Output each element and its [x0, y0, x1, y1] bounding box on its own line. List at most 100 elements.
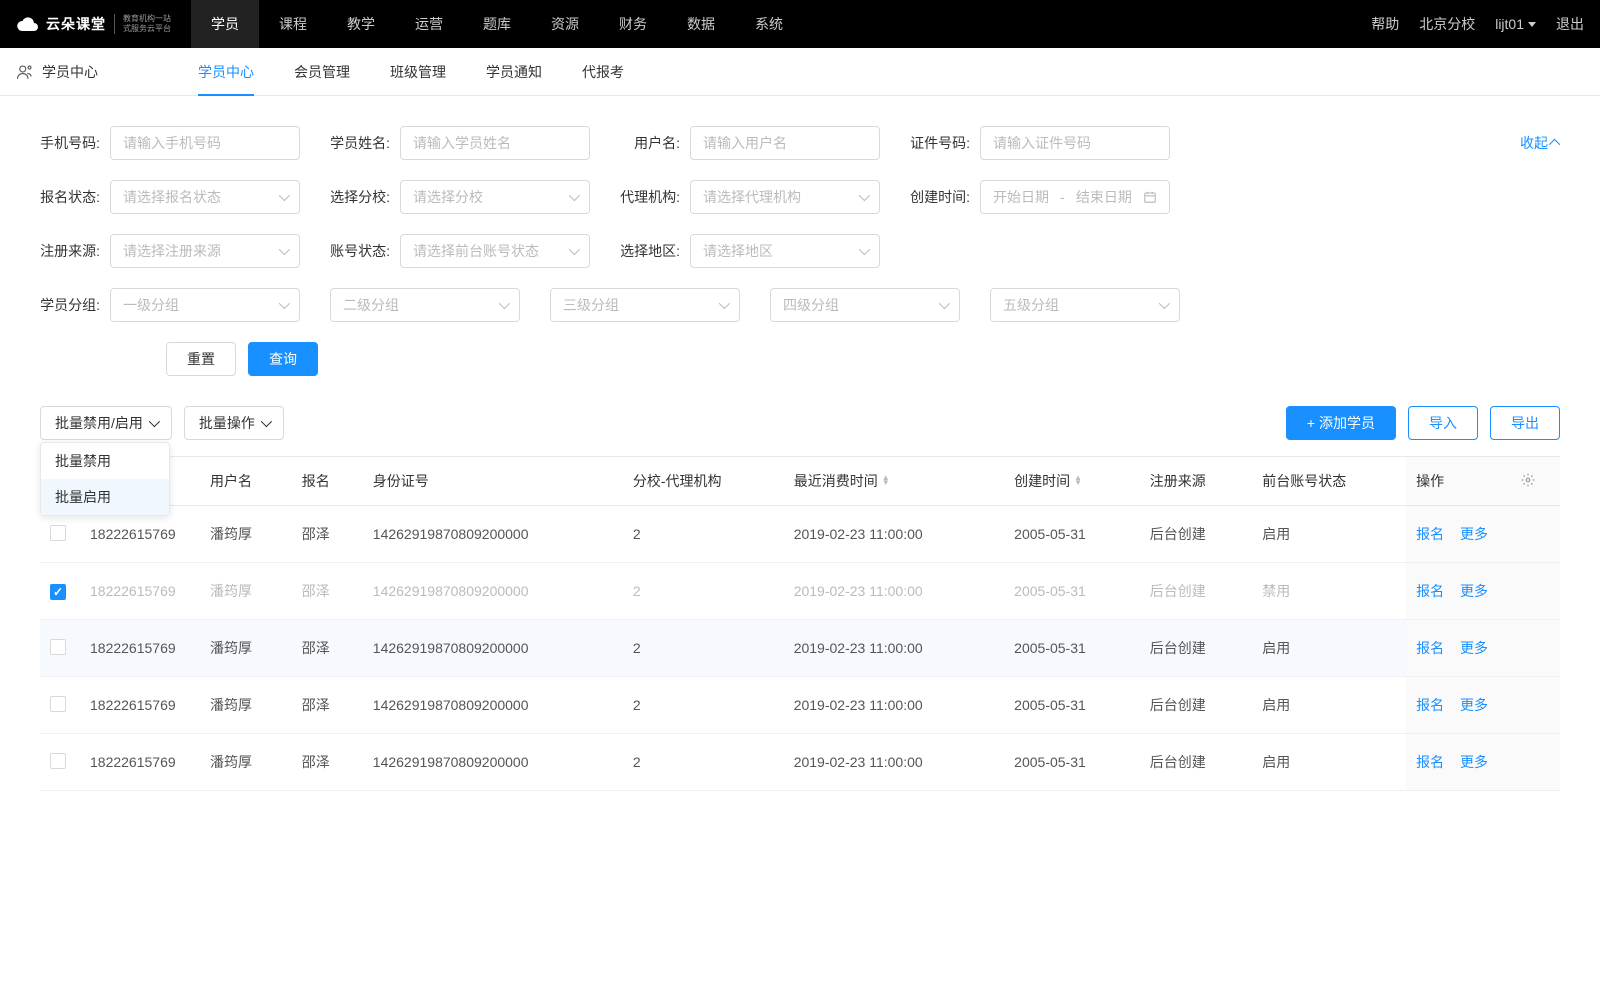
page-title: 学员中心 — [16, 62, 98, 82]
logo[interactable]: 云朵课堂 教育机构一站 式服务云平台 — [16, 14, 171, 34]
nav-system[interactable]: 系统 — [735, 0, 803, 48]
row-more-link[interactable]: 更多 — [1460, 640, 1488, 656]
cell-branch: 2 — [623, 620, 784, 677]
nav-teaching[interactable]: 教学 — [327, 0, 395, 48]
help-link[interactable]: 帮助 — [1371, 14, 1399, 34]
create-time-range[interactable]: 开始日期 - 结束日期 — [980, 180, 1170, 214]
group5-select[interactable]: 五级分组 — [990, 288, 1180, 322]
account-status-label: 账号状态: — [330, 241, 390, 261]
cell-create: 2005-05-31 — [1004, 677, 1140, 734]
tab-student-notify[interactable]: 学员通知 — [486, 48, 542, 96]
user-icon — [16, 63, 34, 81]
tab-proxy-exam[interactable]: 代报考 — [582, 48, 624, 96]
cell-last-spend: 2019-02-23 11:00:00 — [784, 620, 1004, 677]
row-more-link[interactable]: 更多 — [1460, 697, 1488, 713]
group2-select[interactable]: 二级分组 — [330, 288, 520, 322]
cell-user: 潘筠厚 — [200, 734, 292, 791]
chevron-down-icon — [279, 298, 290, 309]
import-button[interactable]: 导入 — [1408, 406, 1478, 440]
nav-finance[interactable]: 财务 — [599, 0, 667, 48]
tab-student-center[interactable]: 学员中心 — [198, 48, 254, 96]
nav-questionbank[interactable]: 题库 — [463, 0, 531, 48]
cell-status: 启用 — [1252, 620, 1406, 677]
account-status-select[interactable]: 请选择前台账号状态 — [400, 234, 590, 268]
agency-select[interactable]: 请选择代理机构 — [690, 180, 880, 214]
subnav-items: 学员中心 会员管理 班级管理 学员通知 代报考 — [198, 48, 624, 96]
enroll-status-label: 报名状态: — [40, 187, 100, 207]
chevron-down-icon — [569, 244, 580, 255]
branch-select[interactable]: 请选择分校 — [400, 180, 590, 214]
table-toolbar: 批量禁用/启用 批量禁用 批量启用 批量操作 + 添加学员 导入 导出 — [0, 376, 1600, 456]
batch-action-button[interactable]: 批量操作 — [184, 406, 284, 440]
cell-source: 后台创建 — [1140, 506, 1252, 563]
chevron-down-icon — [719, 298, 730, 309]
row-enroll-link[interactable]: 报名 — [1416, 583, 1444, 599]
collapse-toggle[interactable]: 收起 — [1520, 133, 1560, 153]
export-button[interactable]: 导出 — [1490, 406, 1560, 440]
th-settings[interactable] — [1496, 457, 1560, 506]
cell-enroll: 邵泽 — [292, 620, 363, 677]
row-enroll-link[interactable]: 报名 — [1416, 526, 1444, 542]
batch-disable-item[interactable]: 批量禁用 — [41, 443, 169, 479]
th-create-time[interactable]: 创建时间▲▼ — [1004, 457, 1140, 506]
row-checkbox[interactable] — [50, 584, 66, 600]
batch-toggle-button[interactable]: 批量禁用/启用 — [40, 406, 172, 440]
batch-toggle-menu: 批量禁用 批量启用 — [40, 442, 170, 516]
chevron-down-icon — [279, 244, 290, 255]
table-row: 18222615769 潘筠厚 邵泽 14262919870809200000 … — [40, 506, 1560, 563]
th-branch: 分校-代理机构 — [623, 457, 784, 506]
username-input[interactable] — [690, 126, 880, 160]
region-select[interactable]: 请选择地区 — [690, 234, 880, 268]
tab-class-mgmt[interactable]: 班级管理 — [390, 48, 446, 96]
nav-courses[interactable]: 课程 — [259, 0, 327, 48]
phone-label: 手机号码: — [40, 133, 100, 153]
add-student-button[interactable]: + 添加学员 — [1286, 406, 1396, 440]
reg-source-select[interactable]: 请选择注册来源 — [110, 234, 300, 268]
th-account-status: 前台账号状态 — [1252, 457, 1406, 506]
group1-select[interactable]: 一级分组 — [110, 288, 300, 322]
name-input[interactable] — [400, 126, 590, 160]
tab-member-mgmt[interactable]: 会员管理 — [294, 48, 350, 96]
th-idno: 身份证号 — [363, 457, 623, 506]
chevron-down-icon — [939, 298, 950, 309]
batch-enable-item[interactable]: 批量启用 — [41, 479, 169, 515]
group4-select[interactable]: 四级分组 — [770, 288, 960, 322]
cell-status: 禁用 — [1252, 563, 1406, 620]
cell-create: 2005-05-31 — [1004, 620, 1140, 677]
row-checkbox[interactable] — [50, 696, 66, 712]
row-checkbox[interactable] — [50, 525, 66, 541]
cell-create: 2005-05-31 — [1004, 563, 1140, 620]
username-label: 用户名: — [620, 133, 680, 153]
th-last-spend[interactable]: 最近消费时间▲▼ — [784, 457, 1004, 506]
row-more-link[interactable]: 更多 — [1460, 583, 1488, 599]
nav-resources[interactable]: 资源 — [531, 0, 599, 48]
cell-actions: 报名 更多 — [1406, 734, 1560, 791]
row-checkbox[interactable] — [50, 639, 66, 655]
idno-input[interactable] — [980, 126, 1170, 160]
nav-operations[interactable]: 运营 — [395, 0, 463, 48]
phone-input[interactable] — [110, 126, 300, 160]
logout-link[interactable]: 退出 — [1556, 14, 1584, 34]
reset-button[interactable]: 重置 — [166, 342, 236, 376]
row-more-link[interactable]: 更多 — [1460, 526, 1488, 542]
row-enroll-link[interactable]: 报名 — [1416, 697, 1444, 713]
nav-data[interactable]: 数据 — [667, 0, 735, 48]
branch-label[interactable]: 北京分校 — [1419, 14, 1475, 34]
cell-status: 启用 — [1252, 677, 1406, 734]
create-time-label: 创建时间: — [910, 187, 970, 207]
row-checkbox[interactable] — [50, 753, 66, 769]
row-enroll-link[interactable]: 报名 — [1416, 754, 1444, 770]
search-button[interactable]: 查询 — [248, 342, 318, 376]
chevron-down-icon — [261, 416, 272, 427]
chevron-down-icon — [859, 244, 870, 255]
nav-students[interactable]: 学员 — [191, 0, 259, 48]
group3-select[interactable]: 三级分组 — [550, 288, 740, 322]
user-menu[interactable]: lijt01 — [1495, 16, 1536, 32]
sub-nav: 学员中心 学员中心 会员管理 班级管理 学员通知 代报考 — [0, 48, 1600, 96]
sort-icon: ▲▼ — [1074, 476, 1082, 486]
row-enroll-link[interactable]: 报名 — [1416, 640, 1444, 656]
cell-last-spend: 2019-02-23 11:00:00 — [784, 677, 1004, 734]
enroll-status-select[interactable]: 请选择报名状态 — [110, 180, 300, 214]
row-more-link[interactable]: 更多 — [1460, 754, 1488, 770]
cell-idno: 14262919870809200000 — [363, 506, 623, 563]
